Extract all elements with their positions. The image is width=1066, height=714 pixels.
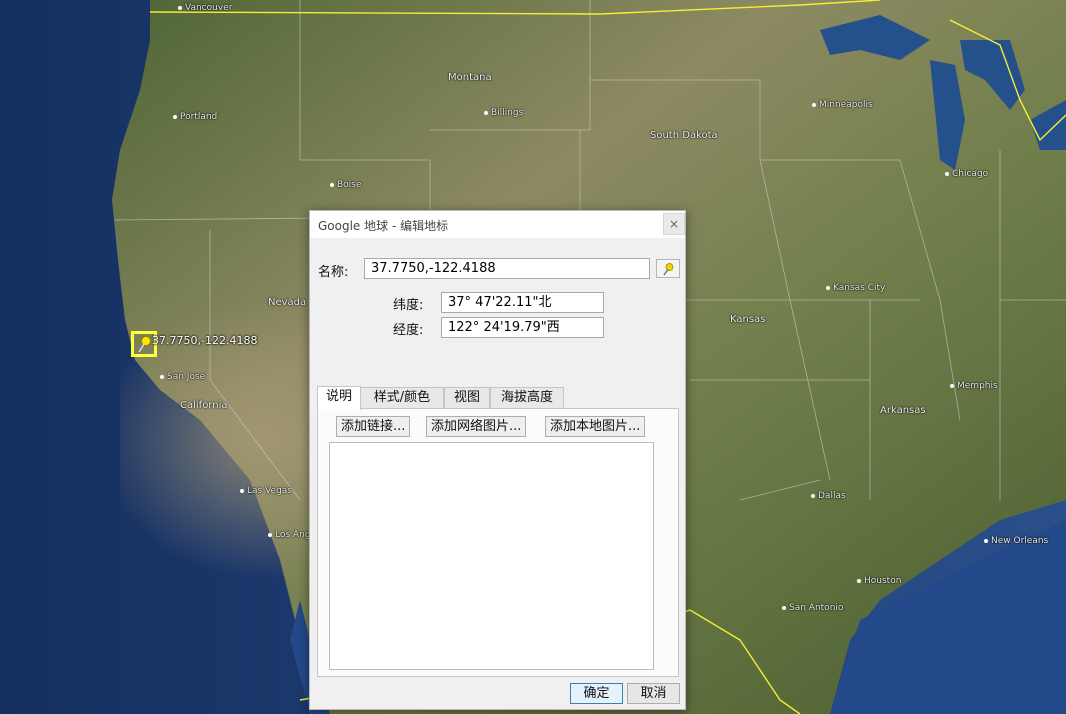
add-link-button[interactable]: 添加链接... xyxy=(336,416,411,437)
map-region-label: South Dakota xyxy=(650,130,718,141)
pushpin-icon xyxy=(138,336,151,353)
name-label: 名称: xyxy=(318,265,349,280)
close-icon: × xyxy=(668,217,680,231)
placemark-label[interactable]: 37.7750,-122.4188 xyxy=(152,334,257,347)
latitude-field[interactable]: 37° 47'22.11"北 xyxy=(441,292,604,313)
map-city-label: Minneapolis xyxy=(812,100,873,110)
map-city-label: Billings xyxy=(484,108,523,118)
tab-style-color[interactable]: 样式/颜色 xyxy=(360,387,444,409)
longitude-label: 经度: xyxy=(393,323,424,338)
cancel-button[interactable]: 取消 xyxy=(627,683,680,704)
tab-view[interactable]: 视图 xyxy=(444,387,490,409)
description-textarea[interactable] xyxy=(329,442,654,670)
dialog-title: Google 地球 - 编辑地标 xyxy=(318,219,449,233)
map-city-label: Chicago xyxy=(945,169,988,179)
ok-button[interactable]: 确定 xyxy=(570,683,623,704)
map-region-label: California xyxy=(180,400,228,411)
map-city-label: New Orleans xyxy=(984,536,1048,546)
dialog-titlebar[interactable]: Google 地球 - 编辑地标 × xyxy=(310,211,685,238)
map-region-label: Montana xyxy=(448,72,492,83)
latitude-label: 纬度: xyxy=(393,298,424,313)
map-city-label: San Jose xyxy=(160,372,205,382)
add-local-image-button[interactable]: 添加本地图片... xyxy=(545,416,646,437)
name-field[interactable]: 37.7750,-122.4188 xyxy=(364,258,650,279)
tab-description[interactable]: 说明 xyxy=(317,386,361,410)
pushpin-icon xyxy=(663,262,674,275)
map-city-label: Dallas xyxy=(811,491,846,501)
map-city-label: Las Vegas xyxy=(240,486,292,496)
placemark-icon-button[interactable] xyxy=(656,259,680,278)
map-region-label: Nevada xyxy=(268,297,307,308)
map-city-label: San Antonio xyxy=(782,603,843,613)
map-city-label: Houston xyxy=(857,576,901,586)
map-city-label: Kansas City xyxy=(826,283,885,293)
map-city-label: Memphis xyxy=(950,381,998,391)
tab-altitude[interactable]: 海拔高度 xyxy=(490,387,564,409)
edit-placemark-dialog: Google 地球 - 编辑地标 × 名称: 37.7750,-122.4188… xyxy=(309,210,686,710)
add-web-image-button[interactable]: 添加网络图片... xyxy=(426,416,527,437)
longitude-field[interactable]: 122° 24'19.79"西 xyxy=(441,317,604,338)
close-button[interactable]: × xyxy=(663,213,685,235)
map-city-label: Portland xyxy=(173,112,217,122)
map-city-label: Vancouver xyxy=(178,3,232,13)
map-region-label: Arkansas xyxy=(880,405,926,416)
map-city-label: Boise xyxy=(330,180,361,190)
map-region-label: Kansas xyxy=(730,314,766,325)
